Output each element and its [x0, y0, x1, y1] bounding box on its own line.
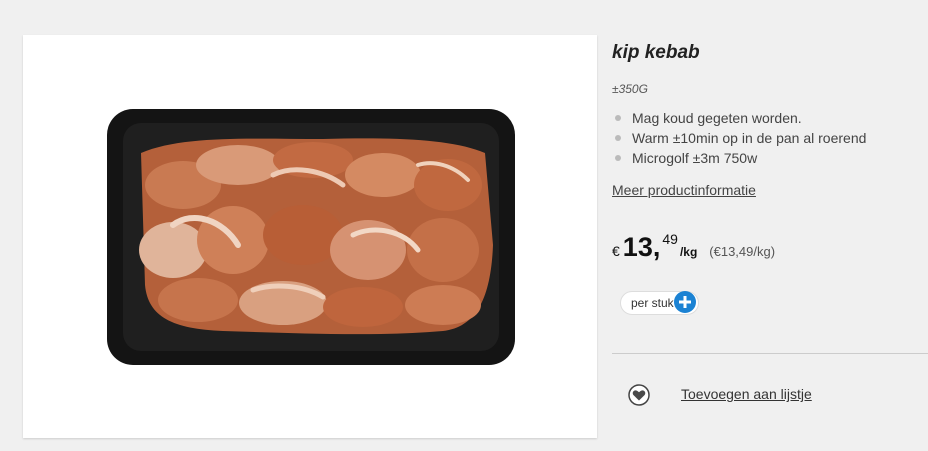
- kebab-tray-illustration: [107, 109, 515, 365]
- add-to-list-link[interactable]: Toevoegen aan lijstje: [681, 386, 812, 402]
- price-unit: /kg: [679, 245, 698, 259]
- heart-icon[interactable]: [628, 384, 650, 406]
- more-info-link[interactable]: Meer productinformatie: [612, 182, 756, 198]
- feature-item: Microgolf ±3m 750w: [612, 148, 928, 168]
- product-details: kip kebab ±350G Mag koud gegeten worden.…: [612, 40, 928, 200]
- price-separator: ,: [652, 232, 661, 262]
- price-integer: 13: [622, 232, 653, 262]
- price-fraction: 49: [662, 231, 678, 247]
- product-page: kip kebab ±350G Mag koud gegeten worden.…: [0, 0, 928, 451]
- price-currency: €: [612, 243, 620, 259]
- price-per-kg: (€13,49/kg): [709, 244, 776, 259]
- feature-list: Mag koud gegeten worden. Warm ±10min op …: [612, 108, 928, 168]
- price: € 13 , 49 /kg (€13,49/kg): [612, 231, 776, 263]
- feature-item: Warm ±10min op in de pan al roerend: [612, 128, 928, 148]
- feature-item: Mag koud gegeten worden.: [612, 108, 928, 128]
- product-image: [23, 35, 597, 438]
- divider: [612, 353, 928, 354]
- add-to-cart-button[interactable]: [674, 291, 696, 313]
- product-title: kip kebab: [612, 42, 700, 63]
- product-weight: ±350G: [612, 82, 648, 96]
